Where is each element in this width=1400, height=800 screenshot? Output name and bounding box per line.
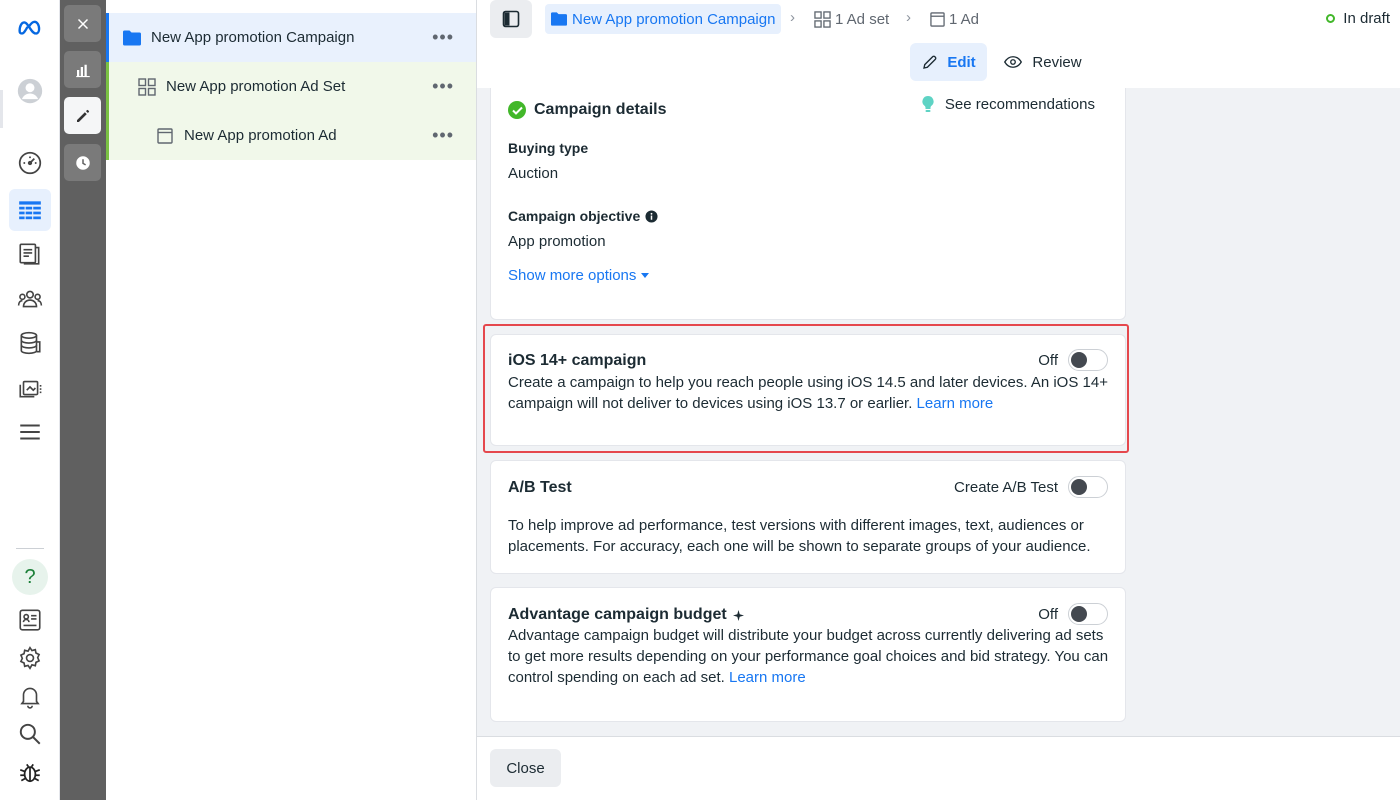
billing-icon[interactable] <box>9 322 51 364</box>
advantage-toggle-label: Off <box>1038 605 1058 623</box>
search-icon[interactable] <box>9 713 51 755</box>
buying-type-value: Auction <box>508 165 559 182</box>
breadcrumb-campaign[interactable]: New App promotion Campaign <box>545 4 782 34</box>
charts-icon[interactable] <box>64 51 101 88</box>
editor-footer: Close <box>477 736 1400 800</box>
see-recommendations-link[interactable]: See recommendations <box>921 95 1095 113</box>
review-mode-button[interactable]: Review <box>997 43 1089 81</box>
breadcrumb-ad[interactable]: 1 Ad <box>930 4 979 34</box>
ab-test-toggle-label: Create A/B Test <box>954 478 1058 496</box>
card-title: Campaign details <box>534 101 667 118</box>
settings-gear-icon[interactable] <box>9 637 51 679</box>
edit-mode-button[interactable]: Edit <box>910 43 987 81</box>
meta-logo-icon[interactable] <box>9 6 51 48</box>
rail-marker <box>0 90 3 128</box>
ab-test-toggle-group: Create A/B Test <box>954 476 1108 498</box>
advantage-budget-card: Advantage campaign budget Off Advantage … <box>490 587 1126 722</box>
pages-icon[interactable] <box>9 233 51 275</box>
more-options-icon[interactable]: ••• <box>432 27 454 48</box>
nav-rail: ? <box>0 0 60 800</box>
check-circle-icon <box>508 101 526 119</box>
objective-label-text: Campaign objective <box>508 208 641 224</box>
breadcrumb-label: New App promotion Campaign <box>572 10 776 28</box>
ads-manager-table-icon[interactable] <box>9 189 51 231</box>
lightbulb-icon <box>922 95 934 112</box>
tree-item-label: New App promotion Ad Set <box>166 78 346 95</box>
close-editor-button[interactable] <box>64 5 101 42</box>
bell-icon[interactable] <box>9 675 51 717</box>
info-icon[interactable] <box>645 209 658 223</box>
tree-item-label: New App promotion Campaign <box>151 29 355 46</box>
tree-item-adset[interactable]: New App promotion Ad Set ••• <box>106 62 476 111</box>
more-options-icon[interactable]: ••• <box>432 125 454 146</box>
grid-icon <box>137 77 157 97</box>
advantage-toggle-group: Off <box>1038 603 1108 625</box>
buying-type-label: Buying type <box>508 140 589 156</box>
tree-item-campaign[interactable]: New App promotion Campaign ••• <box>106 13 476 62</box>
advantage-heading: Advantage campaign budget <box>508 606 744 624</box>
breadcrumb-label: 1 Ad set <box>835 10 890 28</box>
media-library-icon[interactable] <box>9 367 51 409</box>
tree-item-ad[interactable]: New App promotion Ad ••• <box>106 111 476 160</box>
edit-label: Edit <box>947 53 976 71</box>
avatar[interactable] <box>9 70 51 112</box>
caret-down-icon <box>641 273 650 278</box>
editor-tool-strip <box>60 0 106 800</box>
recommendations-label: See recommendations <box>944 95 1095 113</box>
advantage-description: Advantage campaign budget will distribut… <box>508 625 1113 688</box>
bug-report-icon[interactable] <box>9 751 51 793</box>
tree-item-label: New App promotion Ad <box>184 127 337 144</box>
ab-test-description: To help improve ad performance, test ver… <box>508 517 1091 555</box>
pencil-icon <box>923 55 937 69</box>
status-badge: In draft <box>1326 10 1390 27</box>
ad-icon <box>155 126 175 146</box>
ab-test-card: A/B Test Create A/B Test To help improve… <box>490 460 1126 574</box>
breadcrumb-adset[interactable]: 1 Ad set <box>814 4 889 34</box>
advantage-title: Advantage campaign budget <box>508 606 727 623</box>
advantage-toggle[interactable] <box>1068 603 1108 625</box>
ab-test-toggle[interactable] <box>1068 476 1108 498</box>
status-label: In draft <box>1343 10 1390 27</box>
editor-header: New App promotion Campaign › 1 Ad set › … <box>477 0 1400 88</box>
breadcrumb-label: 1 Ad <box>949 10 980 28</box>
campaign-objective-value: App promotion <box>508 233 606 250</box>
history-clock-icon[interactable] <box>64 144 101 181</box>
edit-pencil-icon[interactable] <box>64 97 101 134</box>
folder-icon <box>122 28 142 48</box>
show-more-options-link[interactable]: Show more options <box>508 265 650 286</box>
advantage-description-text: Advantage campaign budget will distribut… <box>508 627 1109 686</box>
folder-icon <box>551 12 567 26</box>
status-dot-icon <box>1326 14 1336 23</box>
chevron-right-icon: › <box>790 9 795 26</box>
close-button[interactable]: Close <box>490 749 561 787</box>
toggle-panel-button[interactable] <box>490 0 532 38</box>
notifications-feed-icon[interactable] <box>9 599 51 641</box>
campaign-details-card: Campaign details See recommendations Buy… <box>490 88 1126 320</box>
audiences-icon[interactable] <box>9 278 51 320</box>
help-icon[interactable]: ? <box>12 559 48 595</box>
ab-test-title: A/B Test <box>508 479 572 496</box>
campaign-structure-tree: New App promotion Campaign ••• New App p… <box>106 0 477 800</box>
chevron-right-icon: › <box>906 9 911 26</box>
campaign-details-heading: Campaign details <box>508 101 666 119</box>
more-options-icon[interactable]: ••• <box>432 76 454 97</box>
grid-icon <box>814 10 831 28</box>
sparkle-icon <box>732 609 744 621</box>
show-more-label: Show more options <box>508 267 637 284</box>
rail-separator <box>16 548 44 549</box>
sidebar-toggle-icon <box>502 10 520 28</box>
highlight-box <box>483 324 1129 453</box>
editor-form: Campaign details See recommendations Buy… <box>477 88 1400 736</box>
eye-icon <box>1004 56 1023 68</box>
campaign-objective-label: Campaign objective <box>508 208 658 224</box>
advantage-learn-more-link[interactable]: Learn more <box>729 669 806 686</box>
ad-icon <box>930 11 945 27</box>
review-label: Review <box>1032 53 1082 71</box>
all-tools-menu-icon[interactable] <box>9 411 51 453</box>
dashboard-icon[interactable] <box>9 142 51 184</box>
